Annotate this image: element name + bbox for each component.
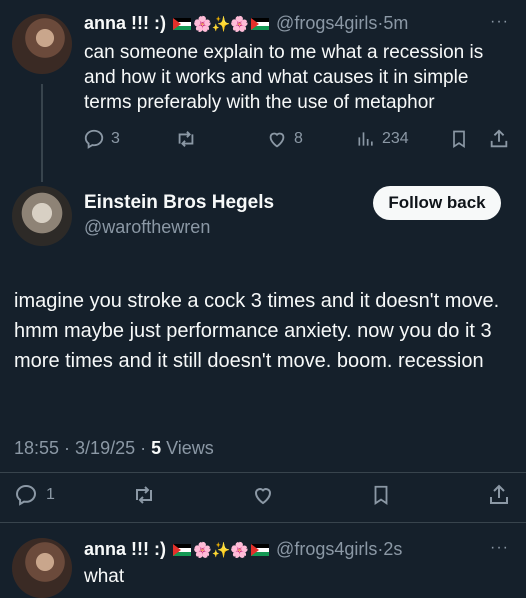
handle[interactable]: @warofthewren — [84, 217, 210, 238]
emoji-icons: 🌸✨🌸 — [193, 16, 250, 33]
retweet-icon — [136, 486, 152, 504]
like-button[interactable]: 8 — [266, 128, 303, 150]
share-icon — [490, 484, 508, 504]
view-count: 234 — [382, 130, 409, 147]
divider — [0, 472, 526, 473]
bookmark-button[interactable] — [370, 483, 392, 507]
retweet-button[interactable] — [131, 483, 157, 507]
avatar[interactable] — [12, 538, 72, 598]
bookmark-icon — [374, 485, 388, 505]
tweet-header: anna !!! :) 🌸✨🌸 @frogs4girls·5m — [84, 12, 408, 36]
views-count: 5 — [151, 438, 162, 458]
retweet-button[interactable] — [174, 128, 198, 150]
flag-icon — [173, 18, 191, 30]
timestamp[interactable]: 2s — [383, 539, 402, 559]
reply-count: 3 — [111, 130, 120, 147]
tweet-timestamp[interactable]: 18:55 · 3/19/25 · — [14, 438, 151, 458]
reply-button[interactable]: 1 — [14, 483, 55, 507]
display-name[interactable]: anna !!! :) — [84, 539, 166, 559]
like-button[interactable] — [250, 483, 276, 507]
avatar[interactable] — [12, 186, 72, 246]
flag-icon — [173, 544, 191, 556]
reply-icon — [84, 129, 104, 149]
analytics-icon — [358, 132, 373, 146]
display-name[interactable]: anna !!! :) — [84, 13, 166, 33]
share-button[interactable] — [487, 483, 511, 507]
display-name[interactable]: Einstein Bros Hegels — [84, 192, 274, 214]
tweet-text: can someone explain to me what a recessi… — [84, 42, 484, 113]
heart-icon — [254, 488, 272, 505]
thread-line — [41, 84, 43, 182]
avatar[interactable] — [12, 14, 72, 74]
views-label: Views — [161, 438, 214, 458]
flag-icon — [251, 544, 270, 556]
handle[interactable]: @frogs4girls — [276, 539, 377, 559]
timestamp[interactable]: 5m — [383, 13, 408, 33]
emoji-icons: 🌸✨🌸 — [193, 542, 250, 559]
heart-icon — [269, 132, 285, 148]
tweet-text: what — [84, 566, 125, 587]
bookmark-icon — [453, 130, 465, 149]
follow-back-button[interactable]: Follow back — [373, 186, 501, 220]
share-icon — [490, 129, 508, 148]
tweet-meta: 18:55 · 3/19/25 · 5 Views — [14, 438, 214, 459]
reply-button[interactable]: 3 — [83, 128, 120, 150]
like-count: 8 — [294, 130, 303, 147]
reply-count: 1 — [46, 486, 55, 503]
tweet-header: anna !!! :) 🌸✨🌸 @frogs4girls·2s — [84, 538, 402, 562]
views-button[interactable]: 234 — [356, 128, 409, 150]
flag-icon — [251, 18, 270, 30]
handle[interactable]: @frogs4girls — [276, 13, 377, 33]
more-options-icon[interactable]: ··· — [490, 539, 509, 557]
share-button[interactable] — [488, 128, 510, 150]
bookmark-button[interactable] — [449, 128, 469, 150]
more-options-icon[interactable]: ··· — [490, 13, 509, 31]
reply-icon — [15, 484, 37, 506]
divider — [0, 522, 526, 523]
retweet-icon — [178, 131, 194, 147]
tweet-text: imagine you stroke a cock 3 times and it… — [14, 290, 500, 372]
